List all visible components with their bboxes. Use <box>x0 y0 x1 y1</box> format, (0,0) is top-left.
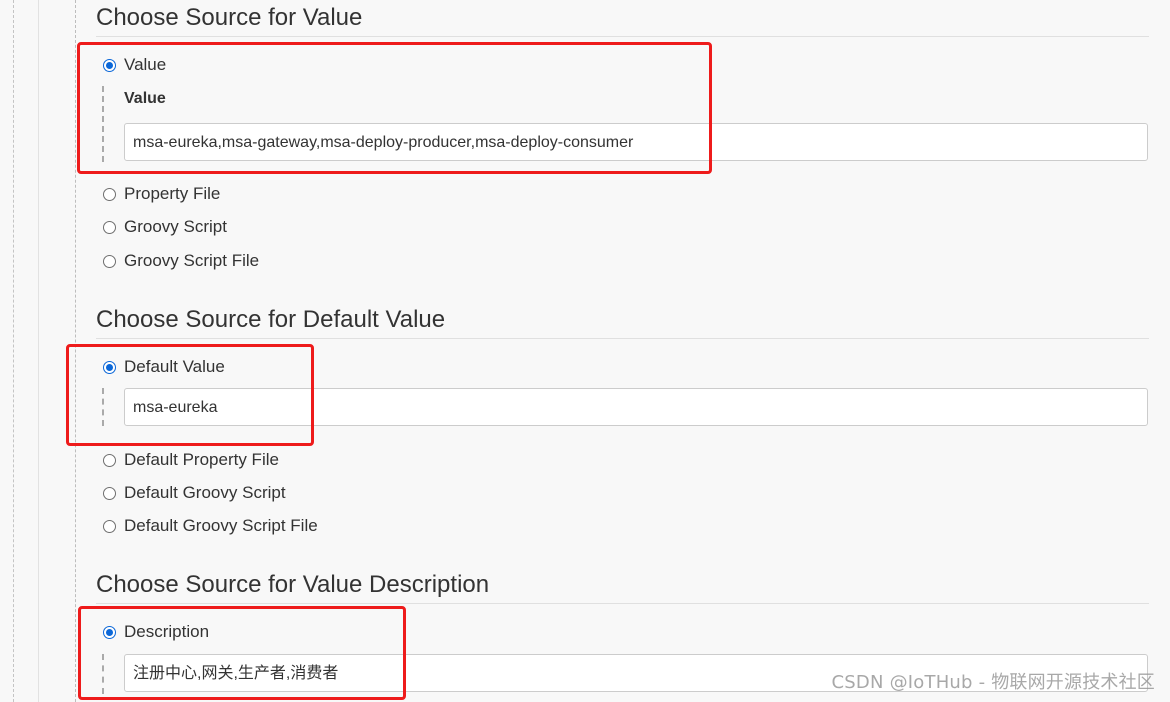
value-input[interactable]: msa-eureka,msa-gateway,msa-deploy-produc… <box>124 123 1148 161</box>
default-value-input[interactable]: msa-eureka <box>124 388 1148 426</box>
radio-property-file[interactable]: Property File <box>103 184 220 204</box>
radio-label-groovy-script: Groovy Script <box>124 217 227 236</box>
radio-label-default-value: Default Value <box>124 357 225 376</box>
section-title-value-source: Choose Source for Value <box>96 4 1149 37</box>
outer-dashed-guide <box>13 0 14 702</box>
description-sub-guide <box>102 654 104 694</box>
value-field-label: Value <box>124 90 166 107</box>
radio-groovy-script[interactable]: Groovy Script <box>103 217 227 237</box>
section-title-value-description-source: Choose Source for Value Description <box>96 571 1149 604</box>
radio-unselected-icon[interactable] <box>103 453 116 467</box>
radio-label-value: Value <box>124 55 167 74</box>
radio-unselected-icon[interactable] <box>103 187 116 201</box>
radio-unselected-icon[interactable] <box>103 486 116 500</box>
radio-label-groovy-script-file: Groovy Script File <box>124 251 260 270</box>
inner-dashed-guide <box>75 0 76 702</box>
value-source-section: Choose Source for Value <box>96 4 1149 37</box>
radio-label-default-property-file: Default Property File <box>124 450 279 469</box>
radio-groovy-script-file[interactable]: Groovy Script File <box>103 251 259 271</box>
radio-unselected-icon[interactable] <box>103 220 116 234</box>
radio-default-property-file[interactable]: Default Property File <box>103 450 279 470</box>
radio-label-description: Description <box>124 622 210 641</box>
radio-selected-icon[interactable] <box>103 58 116 72</box>
radio-label-default-groovy-script: Default Groovy Script <box>124 483 286 502</box>
radio-default-value[interactable]: Default Value <box>103 357 225 377</box>
section-title-default-value-source: Choose Source for Default Value <box>96 306 1149 339</box>
value-sub-guide <box>102 86 104 162</box>
default-value-source-section: Choose Source for Default Value <box>96 306 1149 339</box>
radio-selected-icon[interactable] <box>103 360 116 374</box>
csdn-watermark: CSDN @IoTHub - 物联网开源技术社区 <box>831 672 1155 693</box>
radio-unselected-icon[interactable] <box>103 254 116 268</box>
value-description-source-section: Choose Source for Value Description <box>96 571 1149 604</box>
default-value-sub-guide <box>102 388 104 426</box>
radio-unselected-icon[interactable] <box>103 519 116 533</box>
radio-label-property-file: Property File <box>124 184 221 203</box>
radio-value[interactable]: Value <box>103 55 166 75</box>
radio-default-groovy-script-file[interactable]: Default Groovy Script File <box>103 516 318 536</box>
radio-selected-icon[interactable] <box>103 625 116 639</box>
radio-label-default-groovy-script-file: Default Groovy Script File <box>124 516 318 535</box>
build-parameter-config: Choose Source for Value Value Value msa-… <box>0 0 1170 702</box>
radio-description[interactable]: Description <box>103 622 209 642</box>
radio-default-groovy-script[interactable]: Default Groovy Script <box>103 483 286 503</box>
